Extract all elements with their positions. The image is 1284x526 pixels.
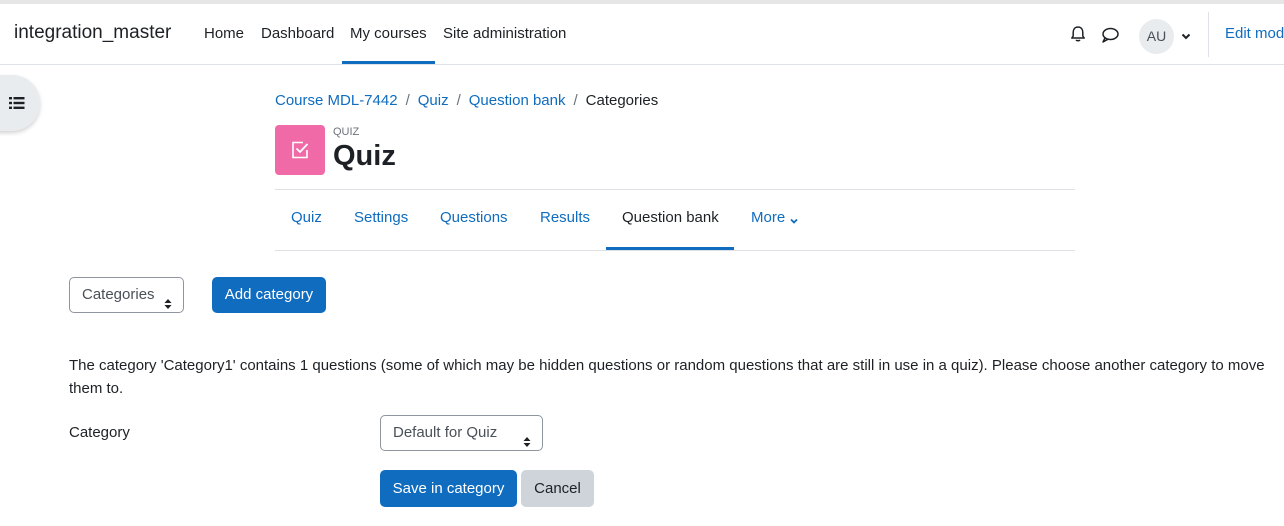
edit-mode-toggle[interactable]: Edit mode <box>1225 25 1284 42</box>
nav-active-indicator <box>342 61 435 64</box>
bell-icon[interactable] <box>1068 24 1090 46</box>
module-type-label: QUIZ <box>333 126 360 138</box>
quiz-module-icon <box>275 125 325 175</box>
site-name[interactable]: integration_master <box>14 22 171 44</box>
tabs-bottom-divider <box>275 250 1075 251</box>
select-arrows-icon <box>164 289 172 309</box>
quiz-check-icon <box>290 140 310 160</box>
tab-results[interactable]: Results <box>540 209 590 226</box>
save-in-category-button[interactable]: Save in category <box>380 470 517 507</box>
tab-quiz[interactable]: Quiz <box>291 209 322 226</box>
tab-question-bank[interactable]: Question bank <box>622 209 719 226</box>
tabs-top-divider <box>275 189 1075 190</box>
nav-dashboard[interactable]: Dashboard <box>261 25 334 42</box>
breadcrumb-current: Categories <box>585 92 659 109</box>
breadcrumb-separator: / <box>573 92 578 109</box>
list-icon <box>9 96 25 110</box>
navbar: integration_master Home Dashboard My cou… <box>0 4 1284 65</box>
nav-divider <box>1208 12 1209 57</box>
category-select[interactable]: Default for Quiz <box>380 415 543 451</box>
cancel-button[interactable]: Cancel <box>521 470 594 507</box>
select-arrows-icon <box>523 427 531 447</box>
tab-more-label: More <box>751 209 786 226</box>
breadcrumb-course[interactable]: Course MDL-7442 <box>275 92 398 109</box>
breadcrumb-quiz[interactable]: Quiz <box>418 92 449 109</box>
breadcrumb-question-bank[interactable]: Question bank <box>469 92 566 109</box>
category-field-label: Category <box>69 424 130 441</box>
chat-icon[interactable] <box>1100 25 1122 47</box>
user-avatar[interactable]: AU <box>1139 19 1174 54</box>
category-select-value: Default for Quiz <box>393 424 498 441</box>
course-index-toggle[interactable] <box>0 75 40 131</box>
breadcrumb-separator: / <box>456 92 461 109</box>
chevron-down-icon <box>789 213 799 224</box>
tab-settings[interactable]: Settings <box>354 209 408 226</box>
breadcrumb-separator: / <box>405 92 410 109</box>
breadcrumb: Course MDL-7442 / Quiz / Question bank / Categ… <box>275 92 658 109</box>
tab-more[interactable]: More <box>751 209 799 226</box>
nav-site-administration[interactable]: Site administration <box>443 25 566 42</box>
page-title: Quiz <box>333 140 396 172</box>
category-navigation-select[interactable]: Categories <box>69 277 184 313</box>
category-navigation-value: Categories <box>82 286 155 303</box>
tab-questions[interactable]: Questions <box>440 209 508 226</box>
nav-home[interactable]: Home <box>204 25 244 42</box>
chevron-down-icon[interactable] <box>1180 29 1192 41</box>
add-category-button[interactable]: Add category <box>212 277 326 313</box>
move-questions-message: The category 'Category1' contains 1 ques… <box>69 357 1265 397</box>
nav-my-courses[interactable]: My courses <box>350 25 427 42</box>
